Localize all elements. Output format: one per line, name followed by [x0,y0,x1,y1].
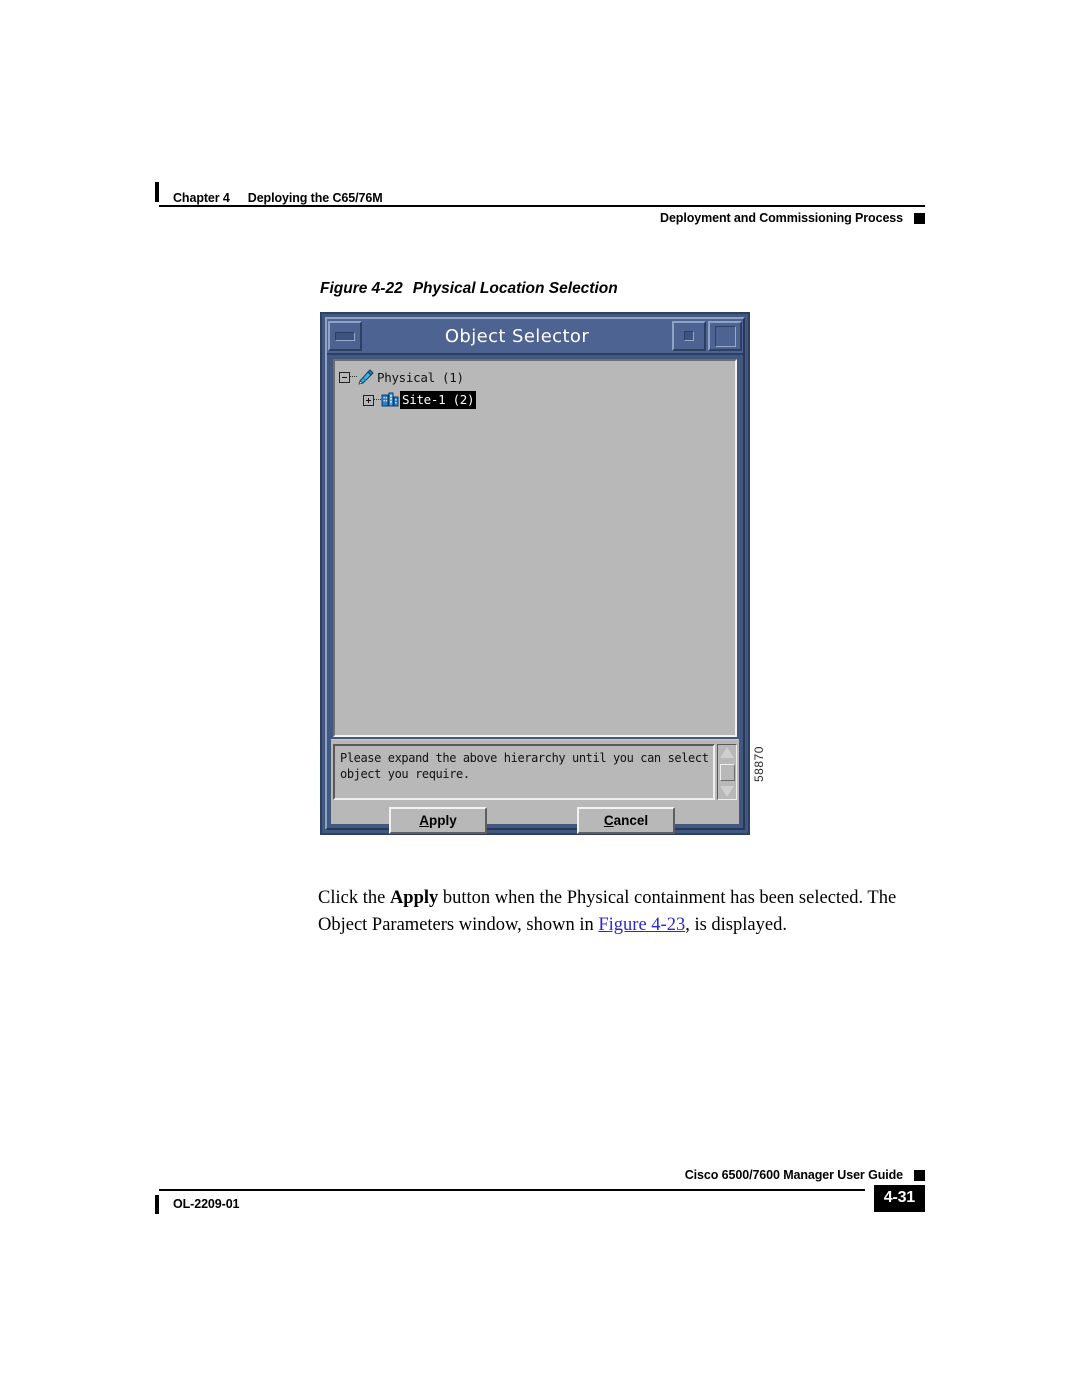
physical-pencil-icon [357,369,375,385]
header-chapter-row: Chapter 4 Deploying the C65/76M [155,182,383,205]
window-menu-button[interactable] [328,321,362,351]
cancel-button-mnemonic: C [603,813,614,828]
titlebar-button-group [671,321,743,351]
dialog-title: Object Selector [444,325,590,347]
footer-guide-title: Cisco 6500/7600 Manager User Guide [684,1168,903,1182]
object-selector-dialog: Object Selector Physical (1) Site-1 (2) … [320,312,750,835]
expander-minus-icon[interactable] [339,371,350,383]
tree-node-site-label: Site-1 (2) [400,391,477,409]
window-menu-icon [335,331,355,341]
footer-guide-row: Cisco 6500/7600 Manager User Guide [685,1165,925,1185]
figure-image: Object Selector Physical (1) Site-1 (2) … [320,312,780,837]
figure-4-23-link[interactable]: Figure 4-23 [598,915,685,935]
body-paragraph: Click the Apply button when the Physical… [318,885,918,939]
page-number-badge: 4-31 [873,1185,925,1212]
apply-button-label: pply [428,813,457,828]
footer-left-tick [155,1194,159,1214]
page-footer: Cisco 6500/7600 Manager User Guide OL-22… [155,1165,925,1225]
footer-document-number: OL-2209-01 [173,1197,240,1211]
minimize-icon [684,331,694,341]
minimize-button[interactable] [672,321,706,351]
footer-doc-row: OL-2209-01 [155,1193,240,1215]
header-rule [159,205,925,207]
footer-square-marker [914,1169,925,1181]
tree-node-physical-label: Physical (1) [377,369,464,385]
body-text-part-3: , is displayed. [685,914,787,935]
cancel-button-label: ancel [613,813,649,828]
body-bold-apply: Apply [389,887,439,908]
dialog-inner-frame: Object Selector Physical (1) Site-1 (2) … [325,317,745,834]
figure-id-number: 58870 [752,746,766,782]
scroll-up-arrow-icon[interactable] [720,747,734,758]
tree-connector-child [374,399,381,401]
message-text-box: Please expand the above hierarchy until … [333,744,715,800]
scrollbar-thumb[interactable] [719,763,735,781]
header-section-row: Deployment and Commissioning Process [660,208,925,228]
tree-node-site[interactable]: Site-1 (2) [363,390,731,410]
cancel-button[interactable]: Cancel [577,807,675,834]
message-line-2: object you require. [340,767,470,781]
footer-rule [159,1189,865,1191]
message-area: Please expand the above hierarchy until … [333,744,737,800]
header-chapter-title: Deploying the C65/76M [247,191,383,205]
body-text-part-1: Click the [318,887,390,908]
dialog-button-row: Apply Cancel [333,807,737,837]
maximize-icon [714,325,736,347]
tree-connector [350,376,357,378]
figure-caption-title: Physical Location Selection [412,280,618,297]
page-header: Chapter 4 Deploying the C65/76M Deployme… [155,182,925,232]
dialog-title-bar: Object Selector [327,319,743,355]
header-chapter-label: Chapter 4 [173,191,230,205]
message-line-1: Please expand the above hierarchy until … [340,751,715,765]
expander-plus-icon[interactable] [363,394,374,406]
maximize-button[interactable] [708,321,742,351]
scroll-down-arrow-icon[interactable] [720,786,734,797]
apply-button[interactable]: Apply [389,807,487,834]
header-left-tick [155,182,159,202]
header-square-marker [914,212,925,224]
header-section-title: Deployment and Commissioning Process [660,211,903,225]
figure-caption: Figure 4-22 Physical Location Selection [320,280,618,298]
site-building-icon [381,392,399,408]
message-scrollbar[interactable] [717,744,737,800]
figure-caption-number: Figure 4-22 [320,280,403,297]
tree-node-physical[interactable]: Physical (1) [339,367,731,387]
object-tree-panel[interactable]: Physical (1) Site-1 (2) [333,359,737,737]
apply-button-mnemonic: A [419,813,429,828]
